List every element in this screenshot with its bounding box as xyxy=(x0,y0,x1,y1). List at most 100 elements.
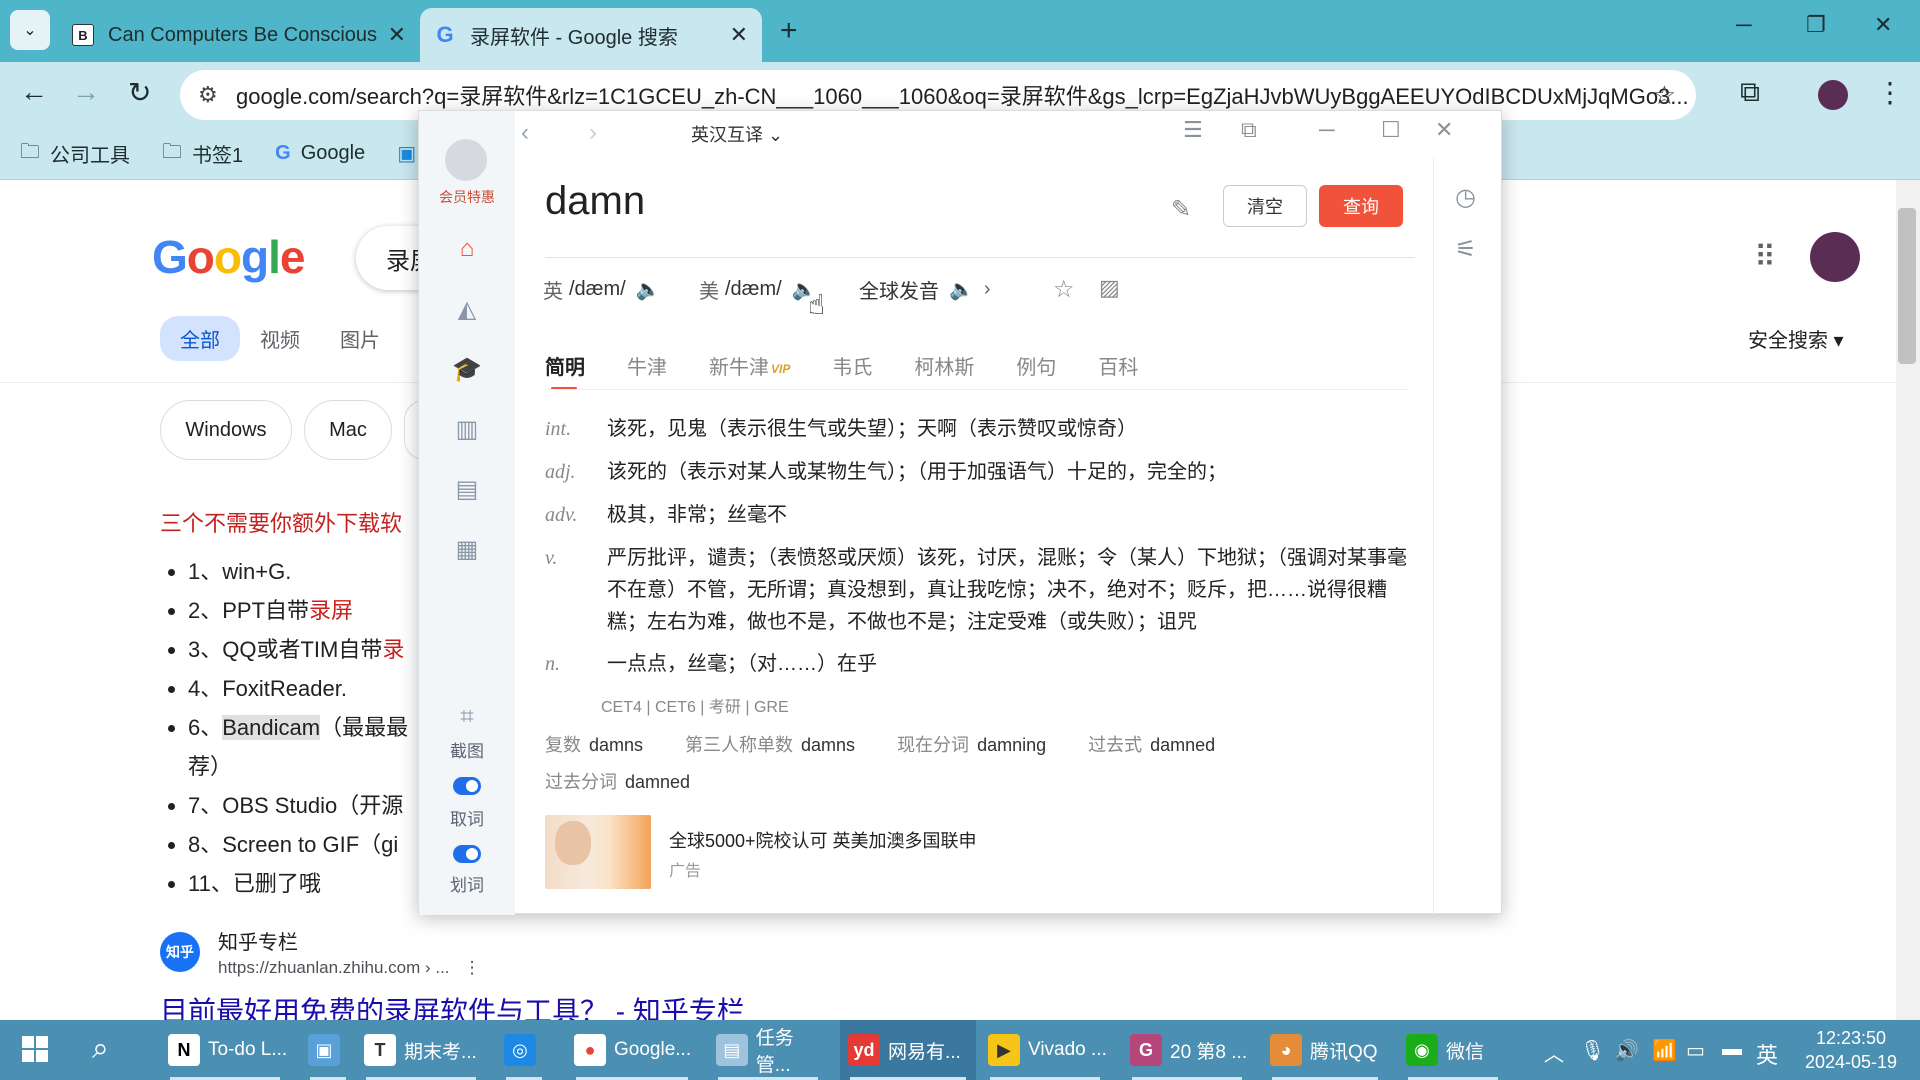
bookmark-google[interactable]: G Google xyxy=(275,142,365,165)
taskbar-app-3[interactable]: ◎ xyxy=(496,1020,552,1080)
pen-icon[interactable]: ✎ xyxy=(1171,195,1191,224)
settings-sliders-icon[interactable]: ⚟ xyxy=(1455,235,1477,264)
chrome-menu-icon[interactable]: ⋮ xyxy=(1876,76,1904,109)
bookmark-folder-1[interactable]: 🗀 书签1 xyxy=(162,137,243,171)
screenshot-label[interactable]: 截图 xyxy=(419,737,515,762)
search-icon[interactable]: ⌕ xyxy=(92,1032,109,1066)
wifi-icon[interactable]: 📶 xyxy=(1652,1038,1677,1063)
tab-can-computers[interactable]: B Can Computers Be Conscious ✕ xyxy=(58,8,420,62)
chip-mac[interactable]: Mac xyxy=(304,400,392,460)
divider xyxy=(545,257,1415,258)
restore-icon[interactable]: ❐ xyxy=(1806,12,1826,38)
close-tab-icon[interactable]: ✕ xyxy=(388,22,406,48)
apps-grid-icon[interactable]: ⠿ xyxy=(1754,240,1776,275)
tab-concise[interactable]: 简明 xyxy=(545,351,585,390)
display-icon[interactable]: ▭ xyxy=(1686,1038,1705,1063)
ime-indicator[interactable]: 英 xyxy=(1756,1038,1778,1070)
close-window-icon[interactable]: ✕ xyxy=(1874,12,1892,38)
taskbar-app-4[interactable]: ● Google... xyxy=(566,1020,698,1080)
taskbar-app-0[interactable]: N To-do L... xyxy=(160,1020,290,1080)
google-logo[interactable]: Google xyxy=(152,230,305,284)
app-icon: ◕ xyxy=(1270,1034,1302,1066)
query-button[interactable]: 查询 xyxy=(1319,185,1403,227)
clear-button[interactable]: 清空 xyxy=(1223,185,1307,227)
tab-examples[interactable]: 例句 xyxy=(1016,351,1056,380)
scrollbar-thumb[interactable] xyxy=(1898,208,1916,364)
close-icon[interactable]: ✕ xyxy=(1435,117,1453,143)
menu-icon[interactable]: ☰ xyxy=(1183,117,1203,143)
taskbar-app-8[interactable]: G 20 第8 ... xyxy=(1122,1020,1252,1080)
google-account-avatar[interactable] xyxy=(1810,232,1860,282)
profile-avatar[interactable] xyxy=(1818,80,1848,110)
back-icon[interactable]: ‹ xyxy=(521,119,529,147)
taskbar-app-1[interactable]: ▣ xyxy=(300,1020,356,1080)
microphone-icon[interactable]: 🎙 xyxy=(1580,1038,1605,1063)
pick-word-toggle[interactable] xyxy=(453,777,481,795)
taskbar-app-2[interactable]: T 期末考... xyxy=(356,1020,486,1080)
user-avatar[interactable] xyxy=(445,139,487,181)
bookmark-star-icon[interactable]: ☆ xyxy=(1653,80,1676,111)
extensions-icon[interactable]: ⧉ xyxy=(1740,76,1760,109)
wordbook-icon[interactable]: ▨ xyxy=(1099,275,1120,301)
tab-search-button[interactable]: ⌄ xyxy=(10,10,50,50)
translate-icon[interactable]: ◭ xyxy=(453,295,481,323)
windows-taskbar: ⌕ N To-do L... ▣ T 期末考... ◎ ● Google... ▤ 任务管... y… xyxy=(0,1020,1920,1080)
result-title-link[interactable]: 目前最好用免费的录屏软件与工具？ - 知乎专栏 xyxy=(160,990,745,1020)
graduation-cap-icon[interactable]: 🎓 xyxy=(452,355,482,383)
list-item: 2、PPT自带录屏 xyxy=(188,591,408,630)
select-word-toggle[interactable] xyxy=(453,845,481,863)
uk-pronunciation[interactable]: 英/dæm/🔈 xyxy=(543,275,661,304)
ad-text[interactable]: 全球5000+院校认可 英美加澳多国联申 xyxy=(669,827,977,853)
result-url[interactable]: https://zhuanlan.zhihu.com › ... ⋮ xyxy=(218,958,481,978)
us-pronunciation[interactable]: 美/dæm/🔈 xyxy=(699,275,817,304)
tab-all[interactable]: 全部 xyxy=(160,316,240,361)
minimize-icon[interactable]: ─ xyxy=(1736,12,1752,38)
new-tab-icon[interactable]: + xyxy=(780,14,798,48)
forward-icon[interactable]: → xyxy=(72,76,100,108)
taskbar-app-7[interactable]: ▶ Vivado ... xyxy=(980,1020,1110,1080)
crop-icon[interactable]: ⌗ xyxy=(453,703,481,731)
featured-snippet-title[interactable]: 三个不需要你额外下载软 xyxy=(160,506,402,538)
bookmark-folder-company[interactable]: 🗀 公司工具 xyxy=(20,137,130,171)
global-pronunciation[interactable]: 全球发音 🔈 › xyxy=(859,275,991,304)
minimize-icon[interactable]: ─ xyxy=(1319,117,1335,143)
tab-webster[interactable]: 韦氏 xyxy=(832,351,872,380)
app-label: 期末考... xyxy=(404,1041,477,1063)
reload-icon[interactable]: ↻ xyxy=(128,76,151,109)
apps-icon[interactable]: ▦ xyxy=(453,535,481,563)
taskbar-clock[interactable]: 12:23:50 2024-05-19 xyxy=(1796,1026,1906,1074)
taskbar-app-5[interactable]: ▤ 任务管... xyxy=(708,1020,828,1080)
volume-icon[interactable]: 🔊 xyxy=(1614,1038,1639,1063)
vip-promo-label[interactable]: 会员特惠 xyxy=(419,187,515,207)
close-tab-icon[interactable]: ✕ xyxy=(730,22,748,48)
divider xyxy=(1433,157,1434,915)
tab-oxford[interactable]: 牛津 xyxy=(627,351,667,380)
app-icon: N xyxy=(168,1034,200,1066)
document-icon[interactable]: ▤ xyxy=(453,475,481,503)
search-word-input[interactable]: damn xyxy=(545,179,645,224)
tab-collins[interactable]: 柯林斯 xyxy=(914,351,974,380)
home-icon[interactable]: ⌂ xyxy=(453,235,481,263)
maximize-icon[interactable]: ☐ xyxy=(1381,117,1401,143)
forward-icon[interactable]: › xyxy=(589,119,597,147)
taskbar-app-6[interactable]: yd 网易有... xyxy=(840,1020,976,1080)
taskbar-app-10[interactable]: ◉ 微信 xyxy=(1398,1020,1508,1080)
battery-icon[interactable]: ▬ xyxy=(1722,1038,1742,1061)
tab-encyclopedia[interactable]: 百科 xyxy=(1098,351,1138,380)
history-icon[interactable]: ◷ xyxy=(1455,183,1476,212)
favorite-star-icon[interactable]: ☆ xyxy=(1053,275,1075,304)
safe-search-dropdown[interactable]: 安全搜索 ▾ xyxy=(1748,324,1844,353)
mini-mode-icon[interactable]: ⧉ xyxy=(1241,117,1257,143)
tab-images[interactable]: 图片 xyxy=(320,316,400,361)
taskbar-app-9[interactable]: ◕ 腾讯QQ xyxy=(1262,1020,1388,1080)
chip-windows[interactable]: Windows xyxy=(160,400,292,460)
tab-new-oxford[interactable]: 新牛津 VIP xyxy=(709,351,790,380)
tab-videos[interactable]: 视频 xyxy=(240,316,320,361)
site-info-icon[interactable]: ⚙ xyxy=(198,82,218,108)
tray-expand-icon[interactable]: ︿ xyxy=(1544,1038,1564,1067)
back-icon[interactable]: ← xyxy=(20,76,48,108)
windows-start-icon[interactable] xyxy=(22,1036,48,1062)
mode-dropdown[interactable]: 英汉互译 ⌄ xyxy=(691,121,783,147)
tab-google-search[interactable]: G 录屏软件 - Google 搜索 ✕ xyxy=(420,8,762,62)
book-icon[interactable]: ▥ xyxy=(453,415,481,443)
